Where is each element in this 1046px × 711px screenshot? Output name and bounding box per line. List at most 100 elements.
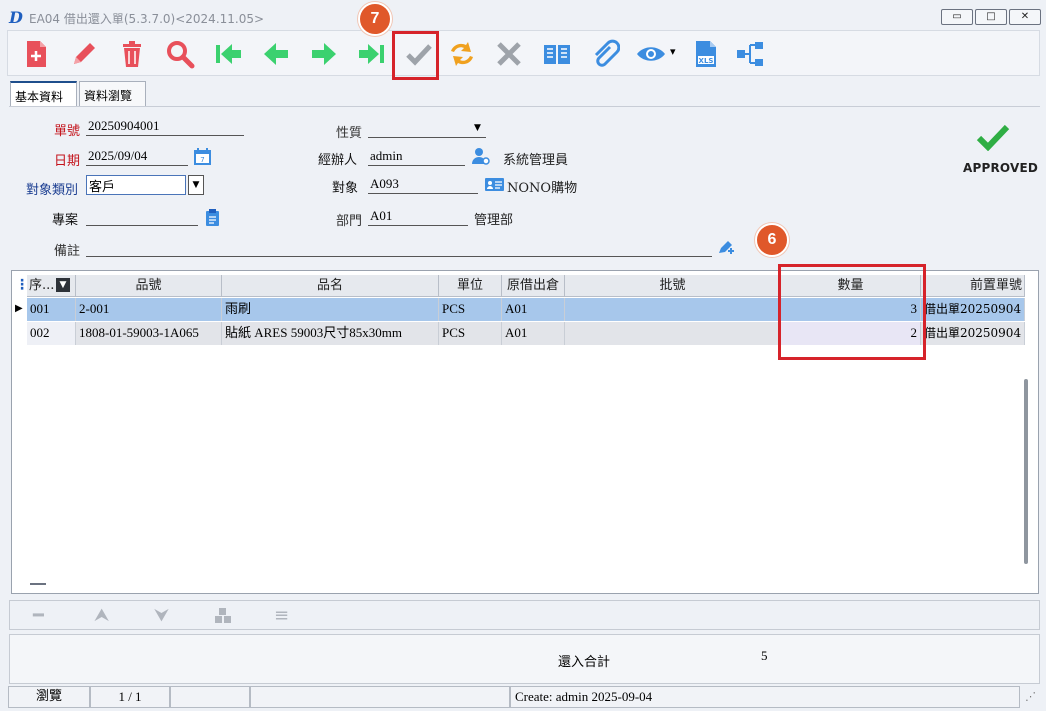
- header-form: 單號 20250904001 日期 2025/09/04 7 對象類別 客戶 ▼…: [9, 106, 1040, 264]
- resize-grip-icon[interactable]: ⋰: [1025, 690, 1036, 703]
- clipboard-icon[interactable]: [205, 208, 220, 227]
- title-bar: D EA04 借出還入單(5.3.7.0)<2024.11.05> ▭ □ ✕: [0, 0, 1046, 32]
- excel-export-icon: XLS: [696, 41, 716, 67]
- order-no-label: 單號: [54, 124, 81, 139]
- grid-navigator: ━ ⮝ ⮟ ≡: [9, 600, 1040, 630]
- handler-label: 經辦人: [318, 153, 358, 168]
- return-total-value: 5: [761, 648, 768, 663]
- col-item-no[interactable]: 品號: [76, 275, 222, 297]
- maximize-button[interactable]: □: [975, 9, 1007, 25]
- search-button[interactable]: [161, 35, 199, 73]
- vertical-scrollbar[interactable]: [1024, 379, 1028, 564]
- dept-label: 部門: [336, 214, 363, 229]
- cell-prev-doc[interactable]: 借出單20250904: [921, 298, 1025, 321]
- qty-highlight-box: [778, 264, 926, 360]
- cell-seq[interactable]: 002: [27, 322, 76, 345]
- edit-note-icon[interactable]: [717, 238, 737, 256]
- handler-field[interactable]: admin: [368, 147, 465, 166]
- sort-down-icon[interactable]: ▼: [56, 278, 70, 292]
- next-record-icon: [312, 43, 336, 65]
- stack-icon[interactable]: [213, 607, 233, 625]
- refresh-icon: [451, 42, 473, 66]
- cell-item-no[interactable]: 2-001: [76, 298, 222, 321]
- book-icon: [544, 45, 570, 64]
- cancel-button[interactable]: [490, 35, 528, 73]
- move-down-icon[interactable]: ⮟: [154, 605, 169, 626]
- remove-row-icon[interactable]: ━: [33, 605, 44, 626]
- flowchart-button[interactable]: [731, 35, 769, 73]
- cell-seq[interactable]: 001: [27, 298, 76, 321]
- delete-button[interactable]: [113, 35, 151, 73]
- target-field[interactable]: A093: [368, 175, 478, 194]
- calendar-icon[interactable]: 7: [193, 147, 212, 166]
- flowchart-icon: [737, 42, 763, 66]
- order-no-field[interactable]: 20250904001: [86, 117, 244, 136]
- chevron-down-icon[interactable]: ▼: [188, 175, 204, 195]
- col-batch[interactable]: 批號: [565, 275, 781, 297]
- view-dropdown-icon[interactable]: ▾: [670, 45, 676, 58]
- return-total-label: 還入合計: [558, 655, 611, 670]
- tab-basic-info[interactable]: 基本資料: [10, 81, 77, 107]
- col-unit[interactable]: 單位: [439, 275, 502, 297]
- row-pointer-icon: ▶: [15, 303, 23, 314]
- menu-lines-icon[interactable]: ≡: [274, 605, 289, 626]
- dept-name: 管理部: [474, 213, 514, 228]
- book-button[interactable]: [538, 35, 576, 73]
- xls-label: XLS: [699, 57, 714, 65]
- cell-batch[interactable]: [565, 322, 781, 345]
- cell-batch[interactable]: [565, 298, 781, 321]
- cell-unit[interactable]: PCS: [439, 322, 502, 345]
- date-field[interactable]: 2025/09/04: [86, 147, 188, 166]
- status-cell-empty: [250, 686, 510, 708]
- new-document-icon: [27, 41, 46, 67]
- project-field[interactable]: [86, 207, 198, 226]
- approved-status: APPROVED: [963, 161, 1039, 175]
- previous-record-icon: [264, 43, 288, 65]
- col-prev-doc[interactable]: 前置單號: [921, 275, 1025, 297]
- minimize-button[interactable]: ▭: [941, 9, 973, 25]
- first-record-button[interactable]: [209, 35, 247, 73]
- toolbar: ▾ XLS: [7, 30, 1040, 76]
- nature-dropdown-icon[interactable]: ▼: [474, 123, 481, 133]
- note-field[interactable]: [86, 238, 712, 257]
- contact-card-icon[interactable]: [485, 178, 504, 191]
- target-type-label: 對象類別: [26, 183, 79, 198]
- summary-bar: 還入合計 5: [9, 634, 1040, 684]
- svg-text:7: 7: [200, 156, 204, 164]
- first-record-icon: [216, 44, 241, 64]
- user-lookup-icon[interactable]: [471, 147, 491, 166]
- cell-unit[interactable]: PCS: [439, 298, 502, 321]
- last-record-button[interactable]: [353, 35, 391, 73]
- col-item-name[interactable]: 品名: [222, 275, 439, 297]
- horizontal-scrollbar[interactable]: [30, 583, 46, 585]
- cell-prev-doc[interactable]: 借出單20250904: [921, 322, 1025, 345]
- cell-warehouse[interactable]: A01: [502, 298, 565, 321]
- tab-data-browse[interactable]: 資料瀏覽: [79, 81, 146, 107]
- step-6-badge: 6: [755, 223, 789, 257]
- view-button[interactable]: ▾: [632, 35, 676, 73]
- cell-item-name[interactable]: 貼紙 ARES 59003尺寸85x30mm: [222, 322, 439, 345]
- dept-field[interactable]: A01: [368, 207, 468, 226]
- cell-warehouse[interactable]: A01: [502, 322, 565, 345]
- project-label: 專案: [52, 213, 79, 228]
- cell-item-name[interactable]: 雨刷: [222, 298, 439, 321]
- view-eye-icon: [637, 47, 665, 61]
- new-button[interactable]: [17, 35, 55, 73]
- status-mode: 瀏覽: [8, 686, 90, 708]
- attachment-button[interactable]: [586, 35, 624, 73]
- refresh-button[interactable]: [443, 35, 481, 73]
- move-up-icon[interactable]: ⮝: [94, 605, 109, 626]
- excel-export-button[interactable]: XLS: [687, 35, 725, 73]
- edit-button[interactable]: [65, 35, 103, 73]
- status-page: 1 / 1: [90, 686, 170, 708]
- target-type-select[interactable]: 客戶: [86, 175, 186, 195]
- nature-select[interactable]: [368, 119, 486, 138]
- step-7-badge: 7: [358, 2, 392, 36]
- status-bar: 瀏覽 1 / 1 Create: admin 2025-09-04 ⋰: [0, 686, 1046, 711]
- previous-record-button[interactable]: [257, 35, 295, 73]
- last-record-icon: [359, 44, 384, 64]
- col-warehouse[interactable]: 原借出倉: [502, 275, 565, 297]
- cell-item-no[interactable]: 1808-01-59003-1A065: [76, 322, 222, 345]
- close-button[interactable]: ✕: [1009, 9, 1041, 25]
- next-record-button[interactable]: [305, 35, 343, 73]
